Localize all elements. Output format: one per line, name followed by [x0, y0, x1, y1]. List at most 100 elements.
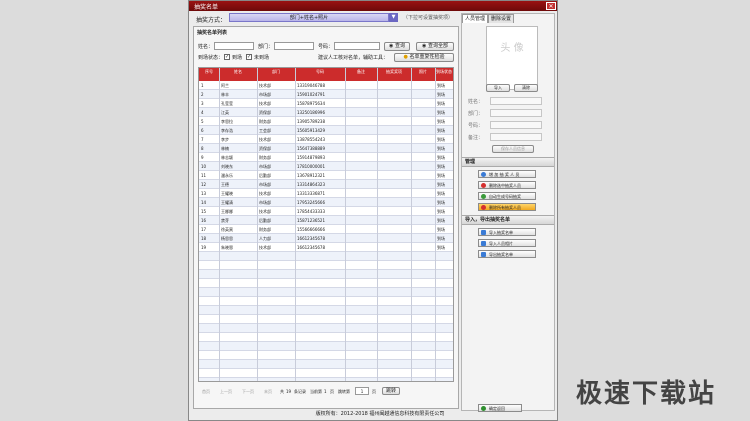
name-input[interactable] [214, 42, 254, 50]
table-row[interactable]: 12 王德 市场部 13314864323 到场 [199, 180, 453, 189]
table-cell: 王耀清 [221, 200, 233, 205]
table-cell: 王娜娜 [221, 209, 233, 214]
first-page-link[interactable]: 首页 [202, 389, 210, 395]
table-header: 序号 姓名 部门 号码 备注 抽奖奖项 照片 到场状态 [199, 68, 453, 81]
last-page-link[interactable]: 末页 [264, 389, 272, 395]
save-person-button[interactable]: 保存人员信息 [492, 145, 534, 153]
clear-photo-button[interactable]: 清除 [514, 84, 538, 92]
col-number[interactable]: 号码 [295, 69, 345, 74]
table-row[interactable]: 5 李思拉 财务部 13905789238 到场 [199, 117, 453, 126]
goto-button[interactable]: 跳转 [382, 387, 400, 395]
close-icon[interactable]: ✕ [546, 2, 556, 10]
not-arrived-checkbox[interactable]: ✓ [246, 54, 252, 60]
table-row-empty [199, 333, 453, 342]
table-row-empty [199, 315, 453, 324]
table-cell: 1 [201, 83, 204, 88]
table-cell: 16612345678 [297, 236, 325, 241]
info-dept-input[interactable] [490, 109, 542, 117]
col-photo[interactable]: 照片 [411, 69, 435, 74]
export-list-button[interactable]: 导出抽奖名单 [478, 250, 536, 258]
delete-all-button[interactable]: 删除所有抽奖人员 [478, 203, 536, 211]
add-person-button[interactable]: 增 加 抽 奖 人 员 [478, 170, 536, 178]
table-cell: 7 [201, 137, 204, 142]
table-row[interactable]: 6 李存浩 工会部 15605913429 到场 [199, 126, 453, 135]
tab-delete-settings[interactable]: 删除设置 [488, 14, 514, 23]
table-cell: 13314864323 [297, 182, 325, 187]
table-cell: 4 [201, 110, 204, 115]
table-cell: 阿兰 [221, 83, 229, 88]
col-index[interactable]: 序号 [199, 69, 219, 74]
table-cell: 刘晓东 [221, 164, 233, 169]
search-area: 姓名： 部门： 号码： ◉ 查询 ◉ 查询全部 到场状态： ✓ 到场 ✓ 未到场… [194, 41, 458, 63]
goto-page-input[interactable]: 1 [355, 387, 369, 395]
tab-person-manage[interactable]: 人员管理 [462, 14, 488, 23]
table-cell: 13878554243 [297, 137, 325, 142]
table-cell: 到场 [437, 227, 445, 232]
table-cell: 16 [201, 218, 207, 223]
number-input[interactable] [334, 42, 380, 50]
info-name-input[interactable] [490, 97, 542, 105]
table-cell: 3 [201, 101, 204, 106]
table-row[interactable]: 18 杨思思 人力部 16612345678 到场 [199, 234, 453, 243]
table-row[interactable]: 7 李步 技术部 13878554243 到场 [199, 135, 453, 144]
table-cell: 到场 [437, 164, 445, 169]
info-remark-input[interactable] [490, 133, 542, 141]
table-row-empty [199, 297, 453, 306]
import-photos-button[interactable]: 导入人员相片 [478, 239, 536, 247]
table-row[interactable]: 8 林楠 资保部 15647388889 到场 [199, 144, 453, 153]
total-prefix: 共 [280, 389, 284, 394]
dept-input[interactable] [274, 42, 314, 50]
table-row[interactable]: 2 林丰 市场部 15901024791 到场 [199, 90, 453, 99]
grid-line [219, 68, 220, 381]
table-row[interactable]: 15 王娜娜 技术部 17854433333 到场 [199, 207, 453, 216]
window-title: 抽奖名单 [194, 4, 219, 11]
table-cell: 工会部 [259, 128, 271, 133]
table-row[interactable]: 14 王耀清 市场部 17953245666 到场 [199, 198, 453, 207]
duplicate-check-button[interactable]: ● 名单重复性检验 [394, 53, 454, 62]
table-cell: 朱晓恩 [221, 245, 233, 250]
export-list-label: 导出抽奖名单 [489, 252, 513, 257]
info-number-label: 号码： [468, 123, 484, 129]
table-row[interactable]: 3 孔莹莹 技术部 15878975634 到场 [199, 99, 453, 108]
table-row[interactable]: 13 王耀晓 技术部 13313336871 到场 [199, 189, 453, 198]
next-page-link[interactable]: 下一页 [242, 389, 254, 395]
table-cell: 10 [201, 164, 207, 169]
table-row[interactable]: 11 潘永乐 后勤部 13678912321 到场 [199, 171, 453, 180]
prev-page-link[interactable]: 上一页 [220, 389, 232, 395]
table-cell: 财务部 [259, 227, 271, 232]
col-dept[interactable]: 部门 [257, 69, 295, 74]
delete-selected-button[interactable]: 删除选中抽奖人员 [478, 181, 536, 189]
table-cell: 财务部 [259, 119, 271, 124]
col-prize[interactable]: 抽奖奖项 [377, 69, 411, 74]
arrived-checkbox[interactable]: ✓ [224, 54, 230, 60]
table-row[interactable]: 9 林志颖 财务部 15914879893 到场 [199, 153, 453, 162]
import-photo-button[interactable]: 导入 [486, 84, 510, 92]
info-number-input[interactable] [490, 121, 542, 129]
site-watermark: 极速下载站 [576, 379, 717, 409]
query-button[interactable]: ◉ 查询 [384, 42, 410, 51]
table-row[interactable]: 1 阿兰 技术部 13319046788 到场 [199, 81, 453, 90]
query-all-label: 查询全部 [427, 43, 448, 49]
search-icon: ◉ [389, 43, 394, 49]
auto-number-button[interactable]: 自动生成号码抽奖 [478, 192, 536, 200]
table-cell: 6 [201, 128, 204, 133]
mode-select[interactable]: 部门+姓名+照片 [229, 13, 389, 22]
table-row[interactable]: 17 徐英寅 财务部 15566666666 到场 [199, 225, 453, 234]
delete-selected-label: 删除选中抽奖人员 [489, 183, 521, 188]
table-cell: 资保部 [259, 110, 271, 115]
chevron-down-icon[interactable]: ▼ [389, 13, 398, 22]
col-name[interactable]: 姓名 [219, 69, 257, 74]
col-remark[interactable]: 备注 [345, 69, 377, 74]
table-row[interactable]: 19 朱晓恩 技术部 16612345678 到场 [199, 243, 453, 252]
auto-number-label: 自动生成号码抽奖 [489, 194, 521, 199]
info-name-label: 姓名： [468, 99, 484, 105]
table-row[interactable]: 16 禁芽 后勤部 15871236521 到场 [199, 216, 453, 225]
query-all-button[interactable]: ◉ 查询全部 [416, 42, 454, 51]
import-list-button[interactable]: 导入抽奖名单 [478, 228, 536, 236]
table-row[interactable]: 4 江英 资保部 13250186996 到场 [199, 108, 453, 117]
table-row[interactable]: 10 刘晓东 市场部 17810000001 到场 [199, 162, 453, 171]
col-status[interactable]: 到场状态 [435, 69, 453, 74]
table-cell: 15914879893 [297, 155, 325, 160]
table-cell: 到场 [437, 128, 445, 133]
table-row-empty [199, 288, 453, 297]
